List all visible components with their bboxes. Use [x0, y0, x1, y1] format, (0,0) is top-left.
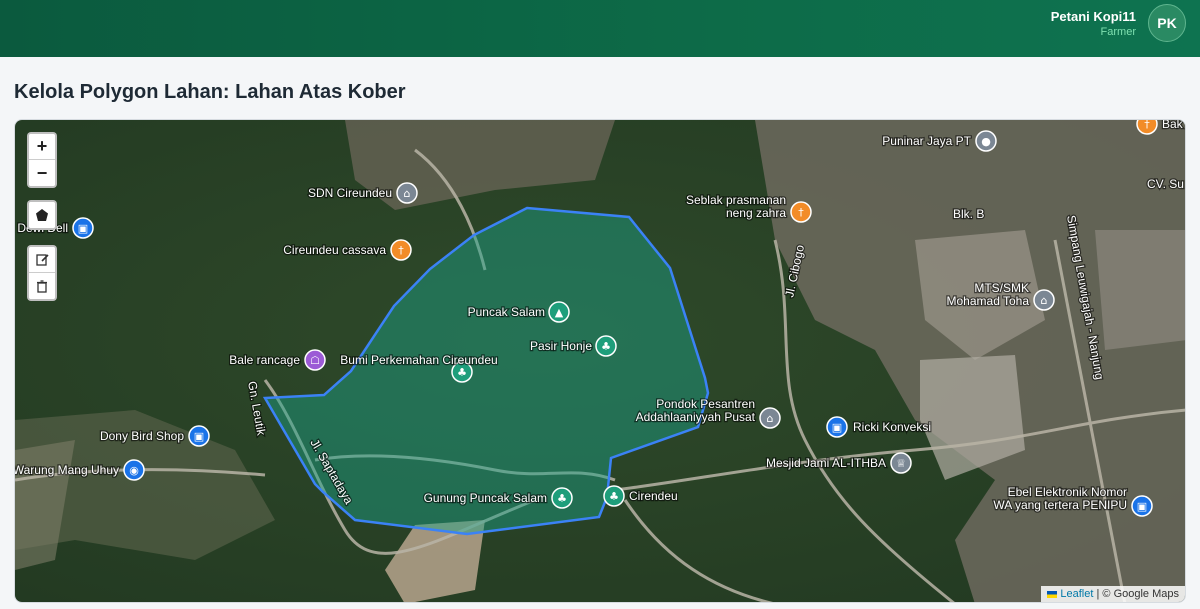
campsite-icon-glyph: ▲: [555, 306, 564, 319]
mosque-icon-glyph: ♕: [896, 457, 906, 470]
school-icon-glyph: ⌂: [404, 187, 411, 200]
place-label-cirendeu: Cirendeu: [629, 489, 678, 503]
place-label-cassava: Cireundeu cassava: [283, 243, 386, 257]
attribution-separator: |: [1096, 588, 1100, 600]
place-label-sdn: SDN Cireundeu: [308, 186, 392, 200]
landmark-icon-glyph: ☖: [310, 354, 320, 367]
satellite-map[interactable]: Jl. Saptadaya Gn. Leutik Jl. Cibogo Simp…: [15, 120, 1186, 603]
park-icon-glyph: ♣: [609, 490, 619, 503]
shop-icon-glyph: ▣: [832, 421, 842, 434]
user-role: Farmer: [1100, 26, 1136, 38]
leaflet-link[interactable]: Leaflet: [1060, 588, 1093, 600]
edit-layers-button[interactable]: [29, 247, 55, 273]
zoom-control: + −: [27, 132, 57, 188]
restaurant-icon-glyph: †: [398, 244, 404, 257]
place-label-ricki: Ricki Konveksi: [853, 420, 931, 434]
draw-toolbar: [27, 200, 57, 230]
map-attribution: Leaflet | © Google Maps: [1041, 586, 1185, 602]
place-label-bak: Bak: [1162, 120, 1184, 131]
place-label-ebel: WA yang tertera PENIPU: [993, 498, 1127, 512]
zoom-in-button[interactable]: +: [29, 134, 55, 160]
place-label-bale: Bale rancage: [229, 353, 300, 367]
place-label-seblak: Seblak prasmanan: [686, 193, 786, 207]
pin-icon-glyph: ●: [981, 135, 991, 148]
zoom-out-button[interactable]: −: [29, 160, 55, 186]
place-label-warung: Warung Mang Uhuy: [15, 463, 119, 477]
avatar[interactable]: PK: [1148, 4, 1186, 42]
cart-icon-glyph: ◉: [129, 464, 139, 477]
draw-polygon-button[interactable]: [29, 202, 55, 228]
map-container[interactable]: Jl. Saptadaya Gn. Leutik Jl. Cibogo Simp…: [14, 119, 1186, 603]
edit-icon: [35, 254, 49, 266]
place-label-ebel: Ebel Elektronik Nomor: [1008, 485, 1127, 499]
school-icon-glyph: ⌂: [767, 412, 774, 425]
restaurant-icon-glyph: †: [1144, 120, 1150, 131]
park-icon-glyph: ♣: [557, 492, 567, 505]
shop-icon-glyph: ▣: [1137, 500, 1147, 513]
top-navbar: Petani Kopi11 Farmer PK: [0, 0, 1200, 57]
shop-icon-glyph: ▣: [78, 222, 88, 235]
delete-layers-button[interactable]: [29, 273, 55, 299]
restaurant-icon-glyph: †: [798, 206, 804, 219]
place-label-seblak: neng zahra: [726, 206, 786, 220]
place-label-pondok: Pondok Pesantren: [656, 397, 755, 411]
park-icon-glyph: ♣: [457, 366, 467, 379]
school-icon-glyph: ⌂: [1041, 294, 1048, 307]
google-maps-copyright: © Google Maps: [1102, 588, 1179, 600]
place-label-pondok: Addahlaaniyyah Pusat: [636, 410, 756, 424]
place-label-dony: Dony Bird Shop: [100, 429, 184, 443]
place-label-mts: Mohamad Toha: [947, 294, 1030, 308]
place-label-puncak: Puncak Salam: [468, 305, 545, 319]
pentagon-icon: [36, 209, 48, 221]
shop-icon-glyph: ▣: [194, 430, 204, 443]
trash-icon: [37, 279, 47, 293]
park-icon-glyph: ♣: [601, 340, 611, 353]
place-label-pasir: Pasir Honje: [530, 339, 592, 353]
road-label: Blk. B: [953, 207, 984, 221]
urban-block: [1095, 230, 1185, 350]
user-name: Petani Kopi11: [1050, 9, 1136, 24]
place-label-bumi: Bumi Perkemahan Cireundeu: [340, 353, 497, 367]
user-info: Petani Kopi11 Farmer: [1051, 9, 1136, 39]
place-label-masjid: Mesjid Jami AL-ITHBA: [766, 456, 886, 470]
road-label: CV. Su: [1147, 177, 1184, 191]
edit-toolbar: [27, 245, 57, 301]
place-label-puninar: Puninar Jaya PT: [882, 134, 971, 148]
place-label-mts: MTS/SMK: [974, 281, 1029, 295]
ukraine-flag-icon: [1047, 590, 1058, 598]
place-label-gunung: Gunung Puncak Salam: [424, 491, 547, 505]
page-title: Kelola Polygon Lahan: Lahan Atas Kober: [14, 81, 406, 103]
